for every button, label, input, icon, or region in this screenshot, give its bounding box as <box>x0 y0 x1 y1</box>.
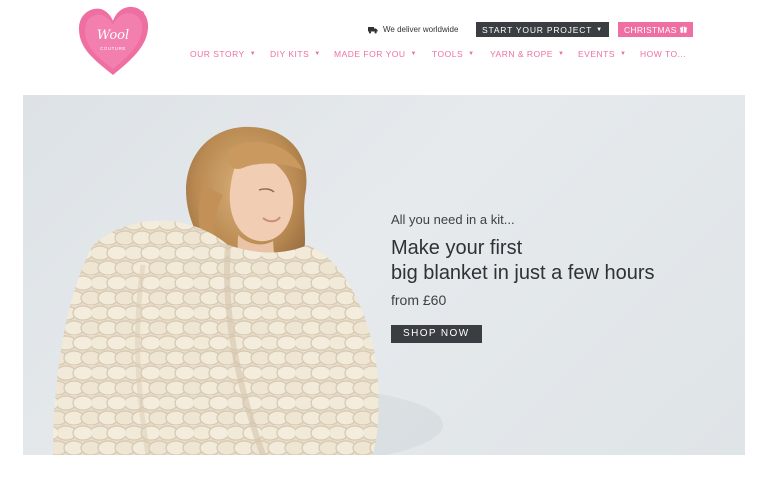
hero-headline-line-1: Make your first <box>391 237 523 259</box>
caret-down-icon: ▼ <box>410 51 417 57</box>
nav-item-made-for-you[interactable]: MADE FOR YOU ▼ <box>334 49 432 59</box>
truck-icon <box>368 26 378 34</box>
christmas-button[interactable]: CHRISTMAS <box>618 22 693 37</box>
nav-item-tools[interactable]: TOOLS ▼ <box>432 49 490 59</box>
start-project-button[interactable]: START YOUR PROJECT ▼ <box>476 22 609 37</box>
caret-down-icon: ▼ <box>620 51 627 57</box>
delivery-notice: We deliver worldwide <box>368 22 458 37</box>
hero-headline-line-2: big blanket in just a few hours <box>391 262 655 284</box>
nav-item-events[interactable]: EVENTS ▼ <box>578 49 640 59</box>
delivery-text: We deliver worldwide <box>383 25 459 34</box>
main-nav: OUR STORY ▼ DIY KITS ▼ MADE FOR YOU ▼ TO… <box>190 49 686 59</box>
caret-down-icon: ▼ <box>249 51 257 57</box>
caret-down-icon: ▼ <box>468 51 475 57</box>
hero-price: from £60 <box>391 292 447 308</box>
nav-item-yarn-rope[interactable]: YARN & ROPE ▼ <box>490 49 578 59</box>
nav-label: DIY KITS <box>270 49 310 59</box>
nav-label: OUR STORY <box>190 49 245 59</box>
nav-label: EVENTS <box>578 49 616 59</box>
caret-down-icon: ▼ <box>314 51 321 57</box>
gift-icon <box>679 26 687 33</box>
brand-logo[interactable]: Wool COUTURE <box>74 3 152 79</box>
hero-copy: All you need in a kit... Make your first… <box>391 212 655 343</box>
caret-down-icon: ▼ <box>557 51 565 57</box>
start-project-label: START YOUR PROJECT <box>482 24 593 35</box>
caret-down-icon: ▼ <box>596 26 603 33</box>
hero-headline: Make your first big blanket in just a fe… <box>391 236 655 286</box>
nav-label: HOW TO... <box>640 49 687 59</box>
logo-subtext: COUTURE <box>100 46 126 51</box>
nav-item-our-story[interactable]: OUR STORY ▼ <box>190 49 270 59</box>
nav-label: TOOLS <box>432 49 464 59</box>
nav-label: MADE FOR YOU <box>334 49 406 59</box>
shop-now-button[interactable]: SHOP NOW <box>391 325 482 343</box>
hero-kicker: All you need in a kit... <box>391 212 515 227</box>
nav-item-diy-kits[interactable]: DIY KITS ▼ <box>270 49 334 59</box>
nav-item-how-to[interactable]: HOW TO... <box>640 49 686 59</box>
christmas-label: CHRISTMAS <box>624 24 677 35</box>
logo-wordmark: Wool <box>96 28 130 43</box>
nav-label: YARN & ROPE <box>490 49 553 59</box>
hero-banner: All you need in a kit... Make your first… <box>23 95 745 455</box>
